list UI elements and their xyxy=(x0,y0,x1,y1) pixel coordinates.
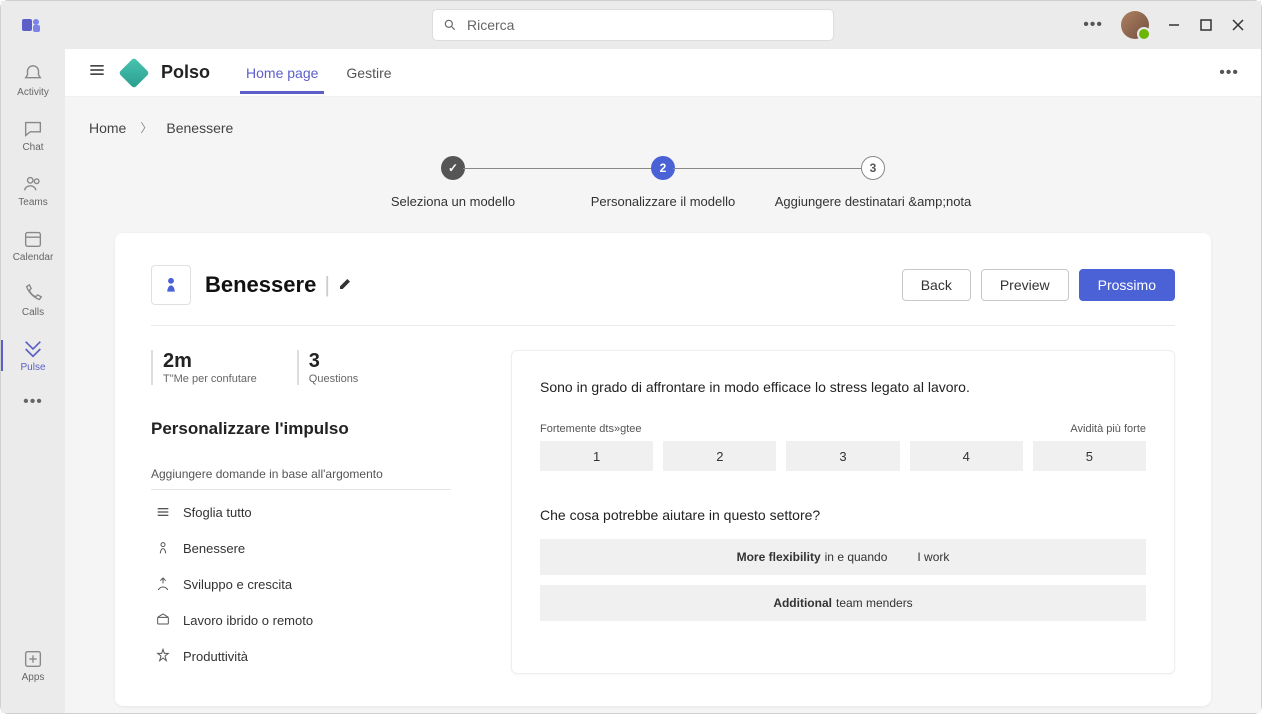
app-rail: Activity Chat Teams Calendar Calls Pulse… xyxy=(1,49,65,713)
checkmark-icon: ✓ xyxy=(441,156,465,180)
search-placeholder: Ricerca xyxy=(467,17,514,33)
preview-button[interactable]: Preview xyxy=(981,269,1069,301)
maximize-button[interactable] xyxy=(1199,18,1213,32)
crumb-home[interactable]: Home xyxy=(89,120,126,136)
scale-right-label: Avidità più forte xyxy=(1070,423,1146,435)
crumb-current: Benessere xyxy=(166,120,233,136)
option-1[interactable]: More flexibilityin e quandoI work xyxy=(540,539,1146,575)
teams-logo-icon xyxy=(19,13,43,37)
search-icon xyxy=(443,18,457,32)
rail-pulse[interactable]: Pulse xyxy=(1,334,65,377)
title-bar: Ricerca ••• xyxy=(1,1,1261,49)
card-header: Benessere | Back Preview Prossimo xyxy=(151,265,1175,326)
hamburger-icon[interactable] xyxy=(87,60,107,85)
rail-apps[interactable]: Apps xyxy=(1,644,65,687)
step-1: ✓ Seleziona un modello xyxy=(348,156,558,209)
card-title: Benessere xyxy=(205,272,316,298)
scale-1[interactable]: 1 xyxy=(540,441,653,471)
scale-3[interactable]: 3 xyxy=(786,441,899,471)
rail-more-icon[interactable]: ••• xyxy=(23,393,43,411)
minimize-button[interactable] xyxy=(1167,18,1181,32)
app-content: Polso Home page Gestire ••• Home 〉 Benes… xyxy=(65,49,1261,713)
step-3: 3 Aggiungere destinatari &amp;nota xyxy=(768,156,978,209)
left-hint: Aggiungere domande in base all'argomento xyxy=(151,467,451,490)
chevron-right-icon: 〉 xyxy=(140,119,152,136)
question-preview: Sono in grado di affrontare in modo effi… xyxy=(511,350,1175,674)
app-header: Polso Home page Gestire ••• xyxy=(65,49,1261,97)
polso-logo-icon xyxy=(118,57,149,88)
rail-teams[interactable]: Teams xyxy=(1,169,65,212)
breadcrumb: Home 〉 Benessere xyxy=(65,97,1261,146)
topic-hybrid[interactable]: Lavoro ibrido o remoto xyxy=(151,602,451,638)
topic-productivity[interactable]: Produttività xyxy=(151,638,451,674)
topic-development[interactable]: Sviluppo e crescita xyxy=(151,566,451,602)
scale-5[interactable]: 5 xyxy=(1033,441,1146,471)
stepper: ✓ Seleziona un modello 2 Personalizzare … xyxy=(65,146,1261,233)
stat-time: 2m T"Me per confutare xyxy=(151,350,257,385)
scale-left-label: Fortemente dts»gtee xyxy=(540,423,642,435)
tab-manage[interactable]: Gestire xyxy=(346,53,391,93)
tab-home[interactable]: Home page xyxy=(246,53,318,93)
wellbeing-icon xyxy=(151,265,191,305)
titlebar-more-icon[interactable]: ••• xyxy=(1083,16,1103,34)
main-card: Benessere | Back Preview Prossimo 2m T"M… xyxy=(115,233,1211,706)
search-input[interactable]: Ricerca xyxy=(433,10,833,40)
rail-activity[interactable]: Activity xyxy=(1,59,65,102)
rail-calls[interactable]: Calls xyxy=(1,279,65,322)
left-heading: Personalizzare l'impulso xyxy=(151,419,451,439)
app-more-icon[interactable]: ••• xyxy=(1219,64,1239,82)
topic-wellbeing[interactable]: Benessere xyxy=(151,530,451,566)
step-2: 2 Personalizzare il modello xyxy=(558,156,768,209)
question-2-text: Che cosa potrebbe aiutare in questo sett… xyxy=(540,507,1146,523)
avatar[interactable] xyxy=(1121,11,1149,39)
close-button[interactable] xyxy=(1231,18,1245,32)
likert-scale: 1 2 3 4 5 xyxy=(540,441,1146,471)
edit-icon[interactable] xyxy=(338,275,354,296)
scale-4[interactable]: 4 xyxy=(910,441,1023,471)
left-panel: 2m T"Me per confutare 3 Questions Person… xyxy=(151,350,451,674)
question-1-text: Sono in grado di affrontare in modo effi… xyxy=(540,379,1146,395)
rail-calendar[interactable]: Calendar xyxy=(1,224,65,267)
rail-chat[interactable]: Chat xyxy=(1,114,65,157)
stat-questions: 3 Questions xyxy=(297,350,359,385)
option-2[interactable]: Additionalteam menders xyxy=(540,585,1146,621)
scale-2[interactable]: 2 xyxy=(663,441,776,471)
next-button[interactable]: Prossimo xyxy=(1079,269,1175,301)
topic-browse-all[interactable]: Sfoglia tutto xyxy=(151,494,451,530)
app-name: Polso xyxy=(161,62,210,83)
back-button[interactable]: Back xyxy=(902,269,971,301)
